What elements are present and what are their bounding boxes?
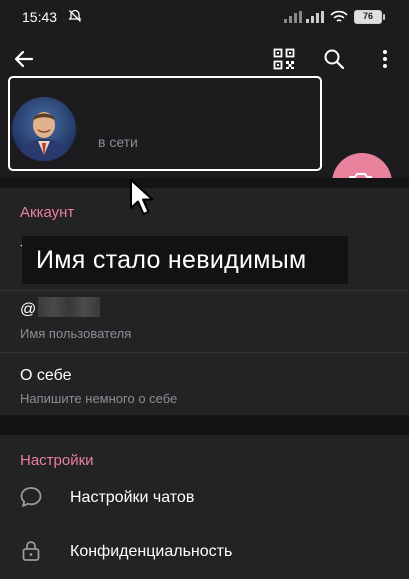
username-label: Имя пользователя — [20, 326, 132, 341]
qr-code-icon — [273, 48, 295, 70]
account-section-title: Аккаунт — [20, 204, 75, 221]
arrow-back-icon — [14, 50, 34, 68]
section-gap — [0, 178, 409, 188]
bio-title: О себе — [20, 367, 72, 384]
battery-indicator: 76 — [354, 10, 382, 24]
username-blurred — [38, 297, 100, 317]
qr-code-button[interactable] — [270, 45, 298, 73]
profile-header-highlight — [8, 76, 322, 171]
wifi-icon — [330, 10, 348, 22]
more-vertical-icon — [383, 50, 387, 68]
battery-nub — [383, 14, 385, 20]
search-icon — [324, 49, 345, 70]
do-not-disturb-icon — [68, 9, 82, 22]
bio-hint: Напишите немного о себе — [20, 391, 178, 406]
mouse-cursor-icon — [130, 179, 154, 215]
search-button[interactable] — [320, 45, 348, 73]
more-options-button[interactable] — [371, 45, 399, 73]
chat-bubble-icon — [20, 487, 42, 507]
status-time: 15:43 — [22, 9, 58, 25]
privacy-label: Конфиденциальность — [70, 543, 233, 560]
signal-icon — [306, 11, 324, 23]
username-prefix[interactable]: @ — [20, 301, 36, 319]
signal-icon — [284, 11, 302, 23]
back-button[interactable] — [10, 45, 38, 73]
chat-settings-label: Настройки чатов — [70, 489, 195, 506]
lock-icon — [22, 541, 40, 561]
settings-section-title: Настройки — [20, 452, 94, 469]
caption-text: Имя стало невидимым — [36, 246, 307, 274]
chat-settings-row[interactable] — [0, 475, 409, 521]
divider — [0, 290, 409, 291]
section-gap — [0, 415, 409, 435]
